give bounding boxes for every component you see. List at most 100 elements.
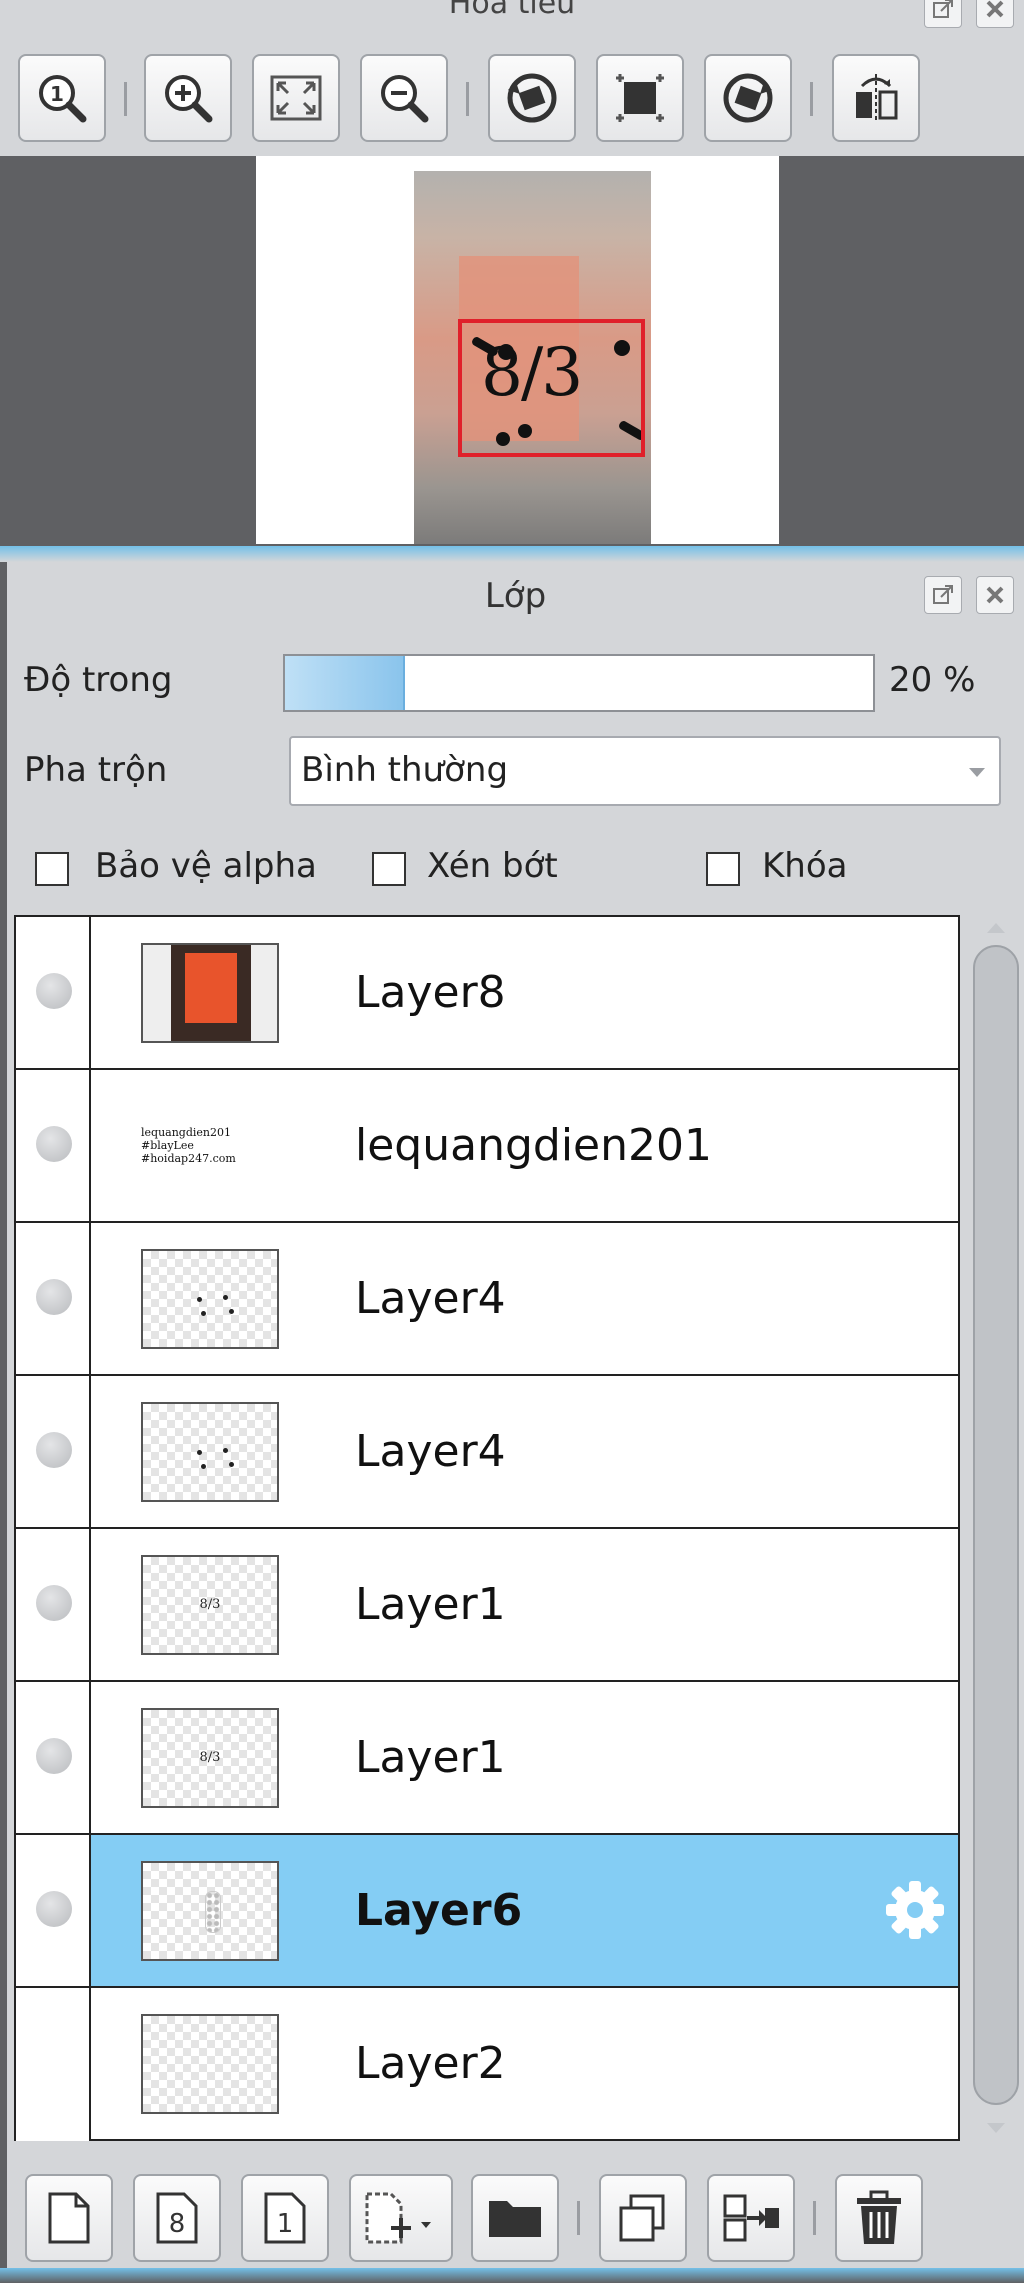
layer-visibility-toggle[interactable] — [16, 1376, 91, 1527]
eye-dot-icon — [36, 973, 72, 1009]
thumb-dot — [197, 1297, 202, 1302]
lock-checkbox[interactable] — [706, 852, 740, 886]
merge-down-button[interactable] — [707, 2174, 795, 2262]
new-layer-icon — [48, 2192, 90, 2244]
toolbar-separator — [813, 2201, 816, 2235]
layer-row-main[interactable]: Layer4 — [91, 1376, 958, 1527]
duplicate-layer-button[interactable] — [599, 2174, 687, 2262]
eye-dot-icon — [36, 1585, 72, 1621]
thumb-dot — [201, 1311, 206, 1316]
layer-row[interactable]: Layer6 — [16, 1835, 958, 1988]
trash-icon — [857, 2190, 901, 2244]
undock-button[interactable] — [924, 576, 962, 614]
thumb-dot — [197, 1450, 202, 1455]
add-layer-dropdown-button[interactable] — [349, 2174, 453, 2262]
toolbar-separator — [466, 82, 469, 116]
zoom-in-button[interactable] — [144, 54, 232, 142]
layer-row-main[interactable]: lequangdien201 #blayLee #hoidap247.com lequ… — [91, 1070, 958, 1221]
undock-icon — [933, 585, 953, 604]
layer-thumbnail-dots-icon — [141, 1249, 279, 1349]
layer-row-main[interactable]: Layer4 — [91, 1223, 958, 1374]
layer-visibility-toggle[interactable] — [16, 1070, 91, 1221]
clip-label: Xén bớt — [427, 846, 558, 886]
new-folder-button[interactable] — [471, 2174, 559, 2262]
zoom-actual-icon: 1 — [39, 75, 87, 123]
eye-dot-icon — [36, 1738, 72, 1774]
add-layer-icon — [365, 2192, 431, 2244]
layer-visibility-toggle[interactable] — [16, 1835, 91, 1986]
layer-list-scrollbar[interactable] — [967, 915, 1024, 2141]
layer-row-main[interactable]: Layer6 — [91, 1835, 958, 1986]
navigator-view-frame[interactable] — [458, 319, 645, 457]
layer-visibility-toggle[interactable] — [16, 1988, 91, 2141]
new-1bit-layer-button[interactable]: 1 — [241, 2174, 329, 2262]
zoom-actual-button[interactable]: 1 — [18, 54, 106, 142]
rotate-left-button[interactable] — [488, 54, 576, 142]
zoom-in-icon — [165, 75, 213, 123]
blend-mode-select[interactable]: Bình thường — [289, 736, 1001, 806]
8bit-layer-icon: 8 — [156, 2192, 198, 2244]
blend-mode-label: Pha trộn — [24, 750, 168, 790]
delete-layer-button[interactable] — [835, 2174, 923, 2262]
layer-row-main[interactable]: 8/3 Layer1 — [91, 1529, 958, 1680]
fit-screen-button[interactable] — [252, 54, 340, 142]
close-button[interactable] — [976, 0, 1014, 28]
layer-row-main[interactable]: 8/3 Layer1 — [91, 1682, 958, 1833]
thumb-date-text: 8/3 — [199, 1597, 221, 1612]
layer-visibility-toggle[interactable] — [16, 1682, 91, 1833]
alpha-protect-checkbox[interactable] — [35, 852, 69, 886]
thumb-dot — [223, 1448, 228, 1453]
1bit-layer-icon: 1 — [264, 2192, 306, 2244]
undock-icon — [933, 0, 953, 18]
navigator-viewport[interactable]: 8/3 — [7, 156, 1024, 544]
layer-name: Layer1 — [355, 1732, 506, 1783]
svg-text:1: 1 — [50, 82, 64, 106]
layer-name: Layer8 — [355, 967, 506, 1018]
navigator-canvas: 8/3 — [256, 156, 779, 544]
undock-button[interactable] — [924, 0, 962, 28]
opacity-slider[interactable] — [283, 654, 875, 712]
layer-visibility-toggle[interactable] — [16, 917, 91, 1068]
thumb-dot — [229, 1462, 234, 1467]
chevron-down-icon — [969, 768, 985, 777]
toolbar-separator — [124, 82, 127, 116]
layer-row[interactable]: 8/3 Layer1 — [16, 1682, 958, 1835]
layer-row[interactable]: Layer4 — [16, 1223, 958, 1376]
layer-row-main[interactable]: Layer2 — [91, 1988, 958, 2141]
layer-name: Layer2 — [355, 2038, 506, 2089]
layer-visibility-toggle[interactable] — [16, 1223, 91, 1374]
clip-checkbox[interactable] — [372, 852, 406, 886]
panel-divider[interactable] — [0, 546, 1024, 562]
thumb-text-line: lequangdien201 — [141, 1126, 231, 1139]
scroll-up-icon[interactable] — [987, 923, 1005, 933]
scroll-down-icon[interactable] — [987, 2123, 1005, 2133]
new-8bit-layer-button[interactable]: 8 — [133, 2174, 221, 2262]
reset-view-icon — [616, 74, 664, 122]
photo-window — [185, 953, 237, 1023]
layer-row[interactable]: Layer4 — [16, 1376, 958, 1529]
flip-button[interactable] — [596, 54, 684, 142]
layer-row[interactable]: lequangdien201 #blayLee #hoidap247.com lequ… — [16, 1070, 958, 1223]
layer-name: Layer6 — [355, 1885, 523, 1936]
layer-thumbnail-flower-icon — [141, 1861, 279, 1961]
layer-visibility-toggle[interactable] — [16, 1529, 91, 1680]
new-layer-button[interactable] — [25, 2174, 113, 2262]
lock-label: Khóa — [762, 846, 848, 886]
thumb-dot — [229, 1309, 234, 1314]
layer-row[interactable]: 8/3 Layer1 — [16, 1529, 958, 1682]
close-button[interactable] — [976, 576, 1014, 614]
toolbar-separator — [810, 82, 813, 116]
layer-row-main[interactable]: Layer8 — [91, 917, 958, 1068]
layer-row[interactable]: Layer8 — [16, 917, 958, 1070]
fit-screen-icon — [270, 75, 322, 121]
layer-thumbnail-dots-icon — [141, 1402, 279, 1502]
gear-icon[interactable] — [882, 1877, 948, 1947]
opacity-value: 20 % — [889, 660, 976, 700]
thumb-dot — [201, 1464, 206, 1469]
flip-horizontal-button[interactable] — [832, 54, 920, 142]
scrollbar-thumb[interactable] — [973, 945, 1019, 2105]
layer-thumbnail-photo-icon — [141, 943, 279, 1043]
zoom-out-button[interactable] — [360, 54, 448, 142]
layer-row[interactable]: Layer2 — [16, 1988, 958, 2141]
rotate-right-button[interactable] — [704, 54, 792, 142]
